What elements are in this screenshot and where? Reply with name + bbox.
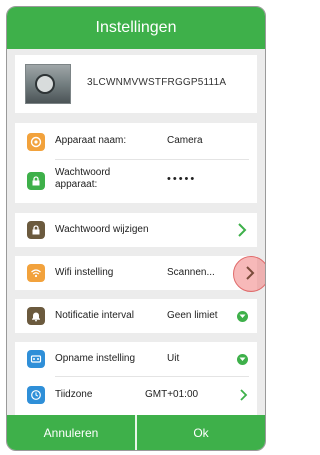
timezone-value: GMT+01:00 [145,389,199,400]
device-thumbnail [25,64,71,104]
notification-interval-label: Notificatie interval [55,310,134,321]
page-title: Instellingen [95,19,177,36]
chevron-right-icon [239,387,251,403]
title-bar: Instellingen [7,7,265,49]
device-password-label: Wachtwoord apparaat: [55,167,111,190]
bottom-action-bar: Annuleren Ok [7,415,265,450]
device-name-value: Camera [167,135,203,146]
clock-icon [27,386,45,404]
camera-lens-icon [35,74,55,94]
device-name-label: Apparaat naam: [55,135,127,146]
cancel-button[interactable]: Annuleren [7,415,135,450]
recording-setting-label: Opname instelling [55,353,136,364]
wifi-setting-label: Wifi instelling [55,267,114,278]
wifi-setting-row[interactable]: Wifi instelling Scannen... [15,256,257,290]
notification-interval-row[interactable]: Notificatie interval Geen limiet [15,299,257,333]
recording-card: Opname instelling Uit Tiidzone GMT+01:00 [15,342,257,415]
lock-icon [27,221,45,239]
notification-interval-value: Geen limiet [167,310,218,321]
settings-screen: Instellingen 3LCWNMVWSTFRGGP5111A Appara… [6,6,266,451]
timezone-label: Tiidzone [55,389,93,400]
dropdown-icon [237,354,248,365]
device-password-row[interactable]: Wachtwoord apparaat: ••••• [15,160,257,202]
recording-setting-row[interactable]: Opname instelling Uit [15,342,257,376]
wifi-icon [27,264,45,282]
ok-button[interactable]: Ok [137,415,265,450]
change-password-label: Wachtwoord wijzigen [55,224,149,235]
change-password-row[interactable]: Wachtwoord wijzigen [15,213,257,247]
chevron-right-icon [237,222,249,238]
device-id: 3LCWNMVWSTFRGGP5111A [87,77,227,88]
dropdown-icon [237,311,248,322]
lock-icon [27,172,45,190]
chevron-right-icon[interactable] [245,265,257,281]
recording-icon [27,350,45,368]
device-card: 3LCWNMVWSTFRGGP5111A [15,55,257,113]
wifi-setting-value: Scannen... [167,267,215,278]
user-icon [27,133,45,151]
bell-icon [27,307,45,325]
device-password-value: ••••• [167,173,197,185]
device-name-row[interactable]: Apparaat naam: Camera [15,123,257,159]
account-card: Apparaat naam: Camera Wachtwoord apparaa… [15,123,257,203]
timezone-row[interactable]: Tiidzone GMT+01:00 [15,377,257,415]
recording-setting-value: Uit [167,353,180,364]
